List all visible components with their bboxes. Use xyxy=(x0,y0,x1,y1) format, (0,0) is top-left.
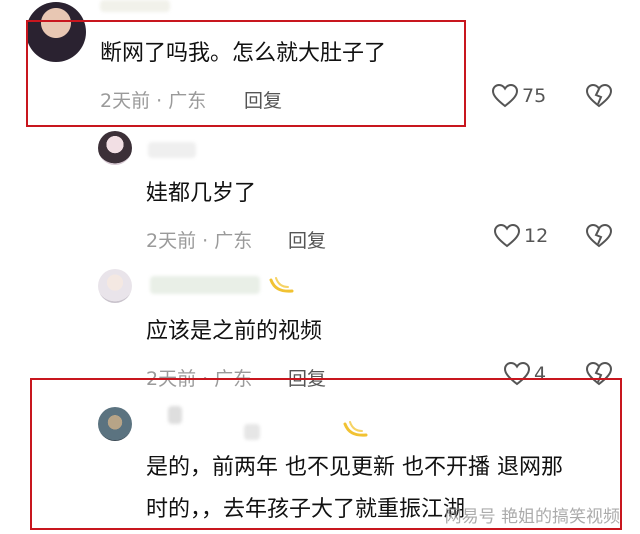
highlight-box-main xyxy=(26,20,466,127)
avatar[interactable] xyxy=(98,269,132,303)
reply-button[interactable]: 回复 xyxy=(288,226,326,253)
username-blurred xyxy=(150,276,260,294)
like-count: 75 xyxy=(522,85,547,107)
like-button[interactable]: 12 xyxy=(494,224,548,248)
like-count: 12 xyxy=(524,225,549,247)
broken-heart-icon[interactable] xyxy=(586,224,612,248)
username-blurred xyxy=(100,0,170,12)
heart-outline-icon xyxy=(492,84,518,108)
avatar[interactable] xyxy=(98,131,132,165)
reply-time-location: 2天前 · 广东 xyxy=(146,230,253,252)
reply-text: 娃都几岁了 xyxy=(146,181,257,206)
like-button[interactable]: 75 xyxy=(492,84,546,108)
reply-text: 应该是之前的视频 xyxy=(146,319,323,344)
heart-outline-icon xyxy=(494,224,520,248)
username-blurred xyxy=(148,142,196,158)
vip-badge-icon xyxy=(268,274,296,296)
broken-heart-icon[interactable] xyxy=(586,84,612,108)
watermark: 网易号 艳姐的搞笑视频 xyxy=(444,507,620,527)
